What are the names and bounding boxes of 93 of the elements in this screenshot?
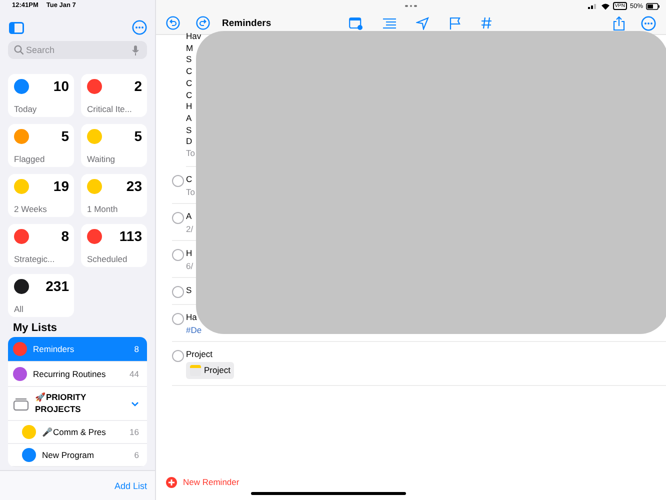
search-field[interactable]: Search — [8, 41, 147, 59]
reminder-meta: To — [186, 186, 195, 197]
list-name: Recurring Routines — [33, 369, 107, 379]
note-line: Hav — [186, 31, 202, 43]
list-title: Reminders — [222, 18, 272, 28]
reminder-meta: To — [186, 148, 196, 160]
list-icon[interactable] — [383, 18, 396, 28]
project-chip[interactable]: Project — [186, 362, 234, 379]
sidebar-toggle-icon[interactable] — [9, 22, 24, 34]
plus-icon — [166, 476, 177, 488]
card-label: Waiting — [87, 154, 116, 164]
reminder-title: Project — [186, 348, 212, 359]
smart-list-card[interactable]: 231 All — [8, 274, 74, 317]
count: 44 — [130, 369, 139, 379]
count: 16 — [130, 427, 139, 437]
smart-list-card[interactable]: 8 Strategic... — [8, 224, 74, 267]
group-name: 🚀PRIORITY PROJECTS — [35, 392, 87, 415]
calendar-icon[interactable] — [349, 16, 363, 30]
list-row[interactable]: Reminders 8 — [8, 337, 147, 362]
note-line: C — [186, 66, 192, 78]
folder-icon — [190, 364, 201, 376]
list-name: Reminders — [33, 344, 76, 354]
list-row[interactable]: 🎤Comm & Pres 16 — [8, 421, 147, 444]
reminder-title: S — [186, 284, 192, 295]
checkbox-circle[interactable] — [172, 350, 184, 362]
note-line: M — [186, 42, 194, 54]
microphone-icon[interactable] — [132, 44, 139, 56]
count: 8 — [134, 344, 139, 354]
location-arrow-icon[interactable] — [416, 16, 429, 30]
smart-list-card[interactable]: 2 Critical Ite... — [81, 74, 147, 117]
smart-list-card[interactable]: 5 Waiting — [81, 124, 147, 167]
count: 113 — [119, 228, 142, 244]
share-icon[interactable] — [613, 16, 625, 30]
count: 231 — [46, 278, 69, 294]
checkbox-circle[interactable] — [172, 312, 184, 325]
list-row[interactable]: New Program 6 — [8, 444, 147, 467]
note-line: A — [186, 112, 192, 125]
multitask-icon[interactable] — [405, 4, 417, 8]
new-reminder-button[interactable]: New Reminder — [166, 476, 240, 488]
card-label: All — [14, 304, 24, 314]
card-label: Scheduled — [87, 254, 128, 264]
note-line: S — [186, 124, 192, 136]
battery-icon — [646, 2, 660, 10]
undo-icon[interactable] — [166, 16, 180, 30]
group-row[interactable]: 🚀PRIORITY PROJECTS — [8, 387, 147, 421]
more-icon[interactable] — [132, 20, 147, 35]
smart-list-card[interactable]: 23 1 Month — [81, 174, 147, 217]
count: 8 — [61, 228, 69, 244]
checkbox-circle[interactable] — [172, 286, 184, 298]
note-line: H — [186, 101, 192, 113]
smart-list-card[interactable]: 10 Today — [8, 74, 74, 117]
reminder-title: H — [186, 248, 192, 258]
count: 10 — [53, 78, 69, 94]
count: 6 — [134, 450, 139, 460]
flag-icon[interactable] — [449, 16, 461, 30]
wifi-icon — [600, 2, 610, 10]
note-line: C — [186, 90, 192, 102]
tag-link[interactable]: #De — [186, 324, 202, 335]
list-name: 🎤Comm & Pres — [42, 427, 107, 437]
note-line: D — [186, 136, 192, 148]
list-name: New Program — [42, 450, 95, 460]
reminder-meta: 2/ — [186, 224, 194, 234]
note-line: C — [186, 78, 192, 90]
checkbox-circle[interactable] — [172, 174, 184, 187]
section-heading: My Lists — [12, 321, 58, 336]
smart-list-card[interactable]: 19 2 Weeks — [8, 174, 74, 217]
note-line: S — [186, 54, 192, 66]
card-label: Strategic... — [14, 254, 56, 264]
checkbox-circle[interactable] — [172, 212, 184, 224]
card-label: 2 Weeks — [14, 204, 48, 214]
reminder-meta: 6/ — [186, 260, 194, 271]
list-row[interactable]: Recurring Routines 44 — [8, 362, 147, 387]
chevron-icon[interactable] — [131, 400, 139, 408]
smart-list-card[interactable]: 113 Scheduled — [81, 224, 147, 267]
count: 5 — [61, 128, 69, 144]
reminder-title: A — [186, 210, 192, 221]
more-icon[interactable] — [641, 16, 656, 30]
count: 23 — [126, 178, 142, 194]
count: 19 — [53, 178, 69, 194]
smart-list-card[interactable]: 5 Flagged — [8, 124, 74, 167]
checkbox-circle[interactable] — [172, 248, 184, 261]
card-label: Critical Ite... — [87, 104, 133, 114]
reminder-title: Ha — [186, 312, 197, 322]
hashtag-icon[interactable] — [481, 17, 492, 29]
count: 5 — [134, 128, 142, 144]
redo-icon[interactable] — [196, 16, 210, 30]
folder-icon — [13, 396, 29, 410]
card-label: Flagged — [14, 154, 46, 164]
count: 2 — [134, 78, 142, 94]
card-label: Today — [14, 104, 38, 114]
signal-icon — [588, 3, 598, 9]
reminder-title: C — [186, 174, 192, 184]
card-label: 1 Month — [87, 204, 119, 214]
